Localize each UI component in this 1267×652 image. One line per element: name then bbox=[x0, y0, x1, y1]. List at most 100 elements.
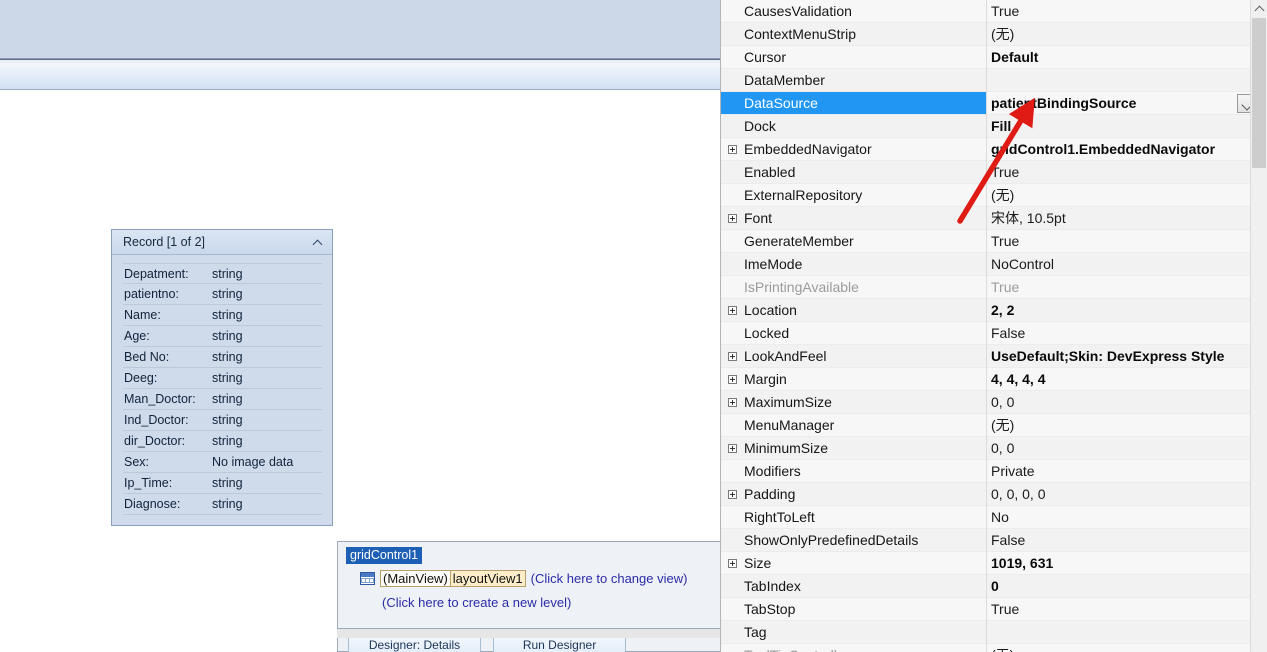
property-value[interactable]: 0 bbox=[986, 578, 1267, 594]
property-row[interactable]: EmbeddedNavigator gridControl1.EmbeddedNa… bbox=[721, 138, 1267, 161]
property-value[interactable]: False bbox=[986, 325, 1267, 341]
property-value[interactable]: 0, 0, 0, 0 bbox=[986, 486, 1267, 502]
property-row[interactable]: IsPrintingAvailable True bbox=[721, 276, 1267, 299]
property-value[interactable]: 1019, 631 bbox=[986, 555, 1267, 571]
property-value[interactable]: UseDefault;Skin: DevExpress Style bbox=[986, 348, 1267, 364]
property-name: ExternalRepository bbox=[744, 187, 863, 203]
record-card-header[interactable]: Record [1 of 2] bbox=[112, 230, 332, 255]
property-value[interactable]: True bbox=[986, 164, 1267, 180]
property-value[interactable]: True bbox=[986, 3, 1267, 19]
property-row[interactable]: Locked False bbox=[721, 322, 1267, 345]
create-level-row: (Click here to create a new level) bbox=[377, 594, 720, 612]
property-row[interactable]: TabStop True bbox=[721, 598, 1267, 621]
property-grid-scrollbar[interactable] bbox=[1250, 0, 1267, 652]
property-row[interactable]: RightToLeft No bbox=[721, 506, 1267, 529]
property-value[interactable]: True bbox=[986, 233, 1267, 249]
record-field-row[interactable]: Age: string bbox=[123, 326, 322, 347]
record-field-value: string bbox=[212, 371, 243, 385]
property-value[interactable]: 0, 0 bbox=[986, 394, 1267, 410]
property-name: Padding bbox=[744, 486, 796, 502]
record-field-row[interactable]: Ind_Doctor: string bbox=[123, 410, 322, 431]
property-row[interactable]: GenerateMember True bbox=[721, 230, 1267, 253]
record-field-row[interactable]: Ip_Time: string bbox=[123, 473, 322, 494]
property-name: MenuManager bbox=[744, 417, 835, 433]
property-row[interactable]: Size 1019, 631 bbox=[721, 552, 1267, 575]
record-field-row[interactable]: Name: string bbox=[123, 305, 322, 326]
property-row[interactable]: ImeMode NoControl bbox=[721, 253, 1267, 276]
record-field-row[interactable]: patientno: string bbox=[123, 284, 322, 305]
expand-plus-icon[interactable] bbox=[728, 375, 737, 384]
property-value[interactable]: gridControl1.EmbeddedNavigator bbox=[986, 141, 1267, 157]
property-row[interactable]: CausesValidation True bbox=[721, 0, 1267, 23]
property-row[interactable]: Location 2, 2 bbox=[721, 299, 1267, 322]
property-row[interactable]: Modifiers Private bbox=[721, 460, 1267, 483]
create-new-level-link[interactable]: (Click here to create a new level) bbox=[382, 595, 571, 610]
property-row[interactable]: ContextMenuStrip (无) bbox=[721, 23, 1267, 46]
property-row[interactable]: Enabled True bbox=[721, 161, 1267, 184]
designer-top-panel bbox=[0, 0, 720, 59]
property-value[interactable]: 4, 4, 4, 4 bbox=[986, 371, 1267, 387]
property-value[interactable]: Fill bbox=[986, 118, 1267, 134]
designer-toolbar-strip[interactable] bbox=[0, 63, 720, 90]
chevron-up-icon[interactable] bbox=[313, 237, 324, 248]
expand-plus-icon[interactable] bbox=[728, 398, 737, 407]
record-field-row[interactable]: Bed No: string bbox=[123, 347, 322, 368]
record-field-row[interactable]: dir_Doctor: string bbox=[123, 431, 322, 452]
expand-plus-icon[interactable] bbox=[728, 490, 737, 499]
record-card[interactable]: Record [1 of 2] Depatment: string patientn… bbox=[111, 229, 333, 526]
property-row[interactable]: ExternalRepository (无) bbox=[721, 184, 1267, 207]
expand-plus-icon[interactable] bbox=[728, 352, 737, 361]
expand-plus-icon[interactable] bbox=[728, 559, 737, 568]
property-value[interactable]: (无) bbox=[986, 645, 1267, 652]
property-row[interactable]: DataSource patientBindingSource bbox=[721, 92, 1267, 115]
record-field-row[interactable]: Sex: No image data bbox=[123, 452, 322, 473]
record-field-row[interactable]: Deeg: string bbox=[123, 368, 322, 389]
expand-plus-icon[interactable] bbox=[728, 306, 737, 315]
grid-view-icon bbox=[360, 572, 375, 585]
record-field-row[interactable]: Depatment: string bbox=[123, 263, 322, 284]
property-row[interactable]: DataMember bbox=[721, 69, 1267, 92]
property-name: TabStop bbox=[744, 601, 796, 617]
scrollbar-thumb[interactable] bbox=[1252, 18, 1266, 168]
record-field-value: string bbox=[212, 329, 243, 343]
property-value[interactable]: False bbox=[986, 532, 1267, 548]
property-row[interactable]: ShowOnlyPredefinedDetails False bbox=[721, 529, 1267, 552]
form-designer-surface[interactable]: Record [1 of 2] Depatment: string patientn… bbox=[0, 0, 720, 652]
property-value[interactable]: Private bbox=[986, 463, 1267, 479]
property-row[interactable]: Margin 4, 4, 4, 4 bbox=[721, 368, 1267, 391]
main-view-label: (MainView) bbox=[380, 570, 451, 587]
property-name: CausesValidation bbox=[744, 3, 852, 19]
property-value[interactable]: patientBindingSource bbox=[986, 95, 1267, 111]
property-row[interactable]: MaximumSize 0, 0 bbox=[721, 391, 1267, 414]
property-value[interactable]: (无) bbox=[986, 185, 1267, 205]
property-value[interactable]: True bbox=[986, 279, 1267, 295]
scroll-up-arrow-icon[interactable] bbox=[1251, 0, 1267, 17]
property-row[interactable]: ToolTipController(无) bbox=[721, 644, 1267, 652]
property-value[interactable]: 2, 2 bbox=[986, 302, 1267, 318]
property-row[interactable]: TabIndex 0 bbox=[721, 575, 1267, 598]
property-value[interactable]: NoControl bbox=[986, 256, 1267, 272]
property-value[interactable]: (无) bbox=[986, 415, 1267, 435]
property-value[interactable]: Default bbox=[986, 49, 1267, 65]
expand-plus-icon[interactable] bbox=[728, 145, 737, 154]
change-view-link[interactable]: (Click here to change view) bbox=[531, 571, 688, 586]
property-row[interactable]: Dock Fill bbox=[721, 115, 1267, 138]
property-row[interactable]: MenuManager (无) bbox=[721, 414, 1267, 437]
property-row[interactable]: Tag bbox=[721, 621, 1267, 644]
property-row[interactable]: Font 宋体, 10.5pt bbox=[721, 207, 1267, 230]
property-row[interactable]: Cursor Default bbox=[721, 46, 1267, 69]
property-value[interactable]: 宋体, 10.5pt bbox=[986, 208, 1267, 228]
property-value[interactable]: (无) bbox=[986, 24, 1267, 44]
property-value[interactable]: No bbox=[986, 509, 1267, 525]
property-value[interactable]: True bbox=[986, 601, 1267, 617]
record-field-row[interactable]: Diagnose: string bbox=[123, 494, 322, 515]
record-field-label: Bed No: bbox=[124, 350, 170, 364]
property-row[interactable]: LookAndFeel UseDefault;Skin: DevExpress S… bbox=[721, 345, 1267, 368]
record-field-row[interactable]: Man_Doctor: string bbox=[123, 389, 322, 410]
expand-plus-icon[interactable] bbox=[728, 444, 737, 453]
property-value[interactable]: 0, 0 bbox=[986, 440, 1267, 456]
property-row[interactable]: Padding 0, 0, 0, 0 bbox=[721, 483, 1267, 506]
property-row[interactable]: MinimumSize 0, 0 bbox=[721, 437, 1267, 460]
property-grid-panel[interactable]: CausesValidation True ContextMenuStrip (无) C… bbox=[720, 0, 1267, 652]
expand-plus-icon[interactable] bbox=[728, 214, 737, 223]
